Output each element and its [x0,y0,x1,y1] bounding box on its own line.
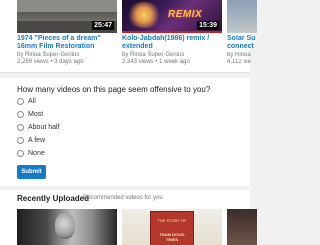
thumbnail-flare [126,2,162,28]
option-label: All [28,97,36,105]
video-stats: 2,343 views • 1 week ago [122,59,190,65]
video-stats: 4,112 vie [227,59,251,65]
video-thumbnail[interactable] [227,209,257,245]
survey-option-most[interactable]: Most [17,109,43,119]
video-title-link[interactable]: Kolo-Jabdah(1986) remix / extended [122,35,222,51]
thumbnail-sky [17,0,117,12]
option-label: A few [28,136,46,144]
video-title-link[interactable]: Solar Su connect [227,35,257,51]
video-thumbnail[interactable]: 25:47 [17,0,117,33]
related-videos-strip: 25:47 1974 "Pieces of a dream" 16mm Film… [0,0,257,72]
recently-uploaded-section: Recently Uploaded Recommended videos for… [0,190,257,245]
survey-option-a-few[interactable]: A few [17,135,45,145]
survey-question: How many videos on this page seem offens… [17,85,211,94]
survey-option-all[interactable]: All [17,96,36,106]
radio-button[interactable] [17,110,24,118]
radio-button[interactable] [17,136,24,144]
video-channel[interactable]: by Rinoa Super-Genius [17,52,117,59]
section-divider [0,72,250,73]
duration-badge: 15:39 [197,21,219,30]
duration-badge: 25:47 [92,21,114,30]
section-subtitle: Recommended videos for you [83,195,163,201]
video-thumbnail[interactable]: THE STORY OF TEAM DOVID TIMES [122,209,222,245]
video-thumbnail[interactable] [227,0,257,33]
watched-progress-bar [122,31,222,33]
video-channel[interactable]: by Rinoa Super-Genius [122,52,222,59]
radio-button[interactable] [17,149,24,157]
video-stats: 2,269 views • 3 days ago [17,59,84,65]
video-thumbnail[interactable] [17,209,117,245]
book-cover-bottom-text: TEAM DOVID TIMES [159,232,185,242]
survey-panel: How many videos on this page seem offens… [0,78,250,186]
thumbnail-portrait [55,213,75,239]
radio-button[interactable] [17,123,24,131]
option-label: Most [28,110,44,118]
video-channel[interactable]: by Rinoa [227,52,257,59]
radio-button[interactable] [17,97,24,105]
survey-option-about-half[interactable]: About half [17,122,60,132]
option-label: None [28,149,45,157]
book-cover: THE STORY OF TEAM DOVID TIMES [150,211,194,245]
video-title-link[interactable]: 1974 "Pieces of a dream" 16mm Film Resto… [17,35,117,51]
option-label: About half [28,123,60,131]
survey-option-none[interactable]: None [17,148,45,158]
remix-logo: REMIX [168,9,203,20]
book-cover-top-text: THE STORY OF [157,218,187,223]
section-title[interactable]: Recently Uploaded [17,194,89,203]
video-thumbnail[interactable]: REMIX 15:39 [122,0,222,33]
submit-button[interactable]: Submit [17,165,46,179]
